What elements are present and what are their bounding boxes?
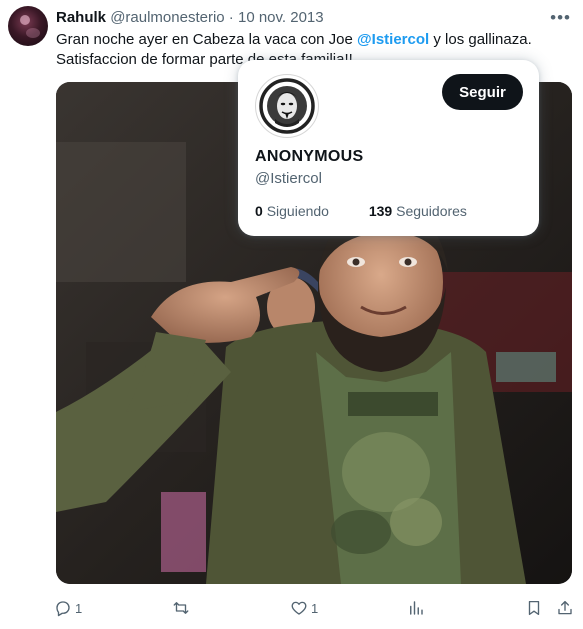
author-avatar[interactable] [8,6,48,46]
tweet-text-part2: y los gallinaza. [429,31,532,48]
retweet-icon [173,602,189,614]
like-button[interactable]: 1 [290,598,318,618]
tweet-actions: 1 1 [0,598,583,618]
following-count: 0 [255,203,263,219]
profile-hover-card: Seguir ANONYMOUS @Istiercol 0 Siguiendo … [238,60,539,236]
bookmark-button[interactable] [525,598,543,618]
more-icon[interactable]: ••• [550,8,571,28]
meta-separator: · [224,9,238,26]
retweet-button[interactable] [172,598,193,618]
views-button[interactable] [407,598,428,618]
author-name[interactable]: Rahulk [56,9,106,26]
avatar-highlight [20,15,30,25]
profile-avatar[interactable] [255,74,319,138]
followers-count: 139 [368,203,393,219]
follow-button[interactable]: Seguir [442,74,523,110]
reply-button[interactable]: 1 [54,598,82,618]
tweet-date[interactable]: 10 nov. 2013 [238,9,324,26]
reply-count: 1 [75,600,83,616]
followers-label: Seguidores [396,203,467,219]
like-icon [291,601,307,615]
tweet-header: Rahulk @raulmonesterio · 10 nov. 2013 [56,8,324,28]
like-count: 1 [311,600,319,616]
author-handle[interactable]: @raulmonesterio [110,9,224,26]
share-button[interactable] [556,598,574,618]
following-label: Siguiendo [266,203,329,219]
followers-stat[interactable]: 139 Seguidores [369,203,467,219]
profile-stats: 0 Siguiendo 139 Seguidores [255,203,467,219]
bookmark-icon [528,600,540,616]
mention-link[interactable]: @Istiercol [357,31,429,48]
reply-icon [56,601,70,617]
profile-display-name[interactable]: ANONYMOUS [255,148,363,166]
avatar-shade [26,28,40,38]
following-stat[interactable]: 0 Siguiendo [255,203,329,219]
share-icon [558,600,572,615]
anonymous-mask-logo [259,78,315,134]
views-icon [410,601,423,615]
tweet-text-part1: Gran noche ayer en Cabeza la vaca con Jo… [56,31,358,48]
profile-handle[interactable]: @Istiercol [255,170,322,187]
